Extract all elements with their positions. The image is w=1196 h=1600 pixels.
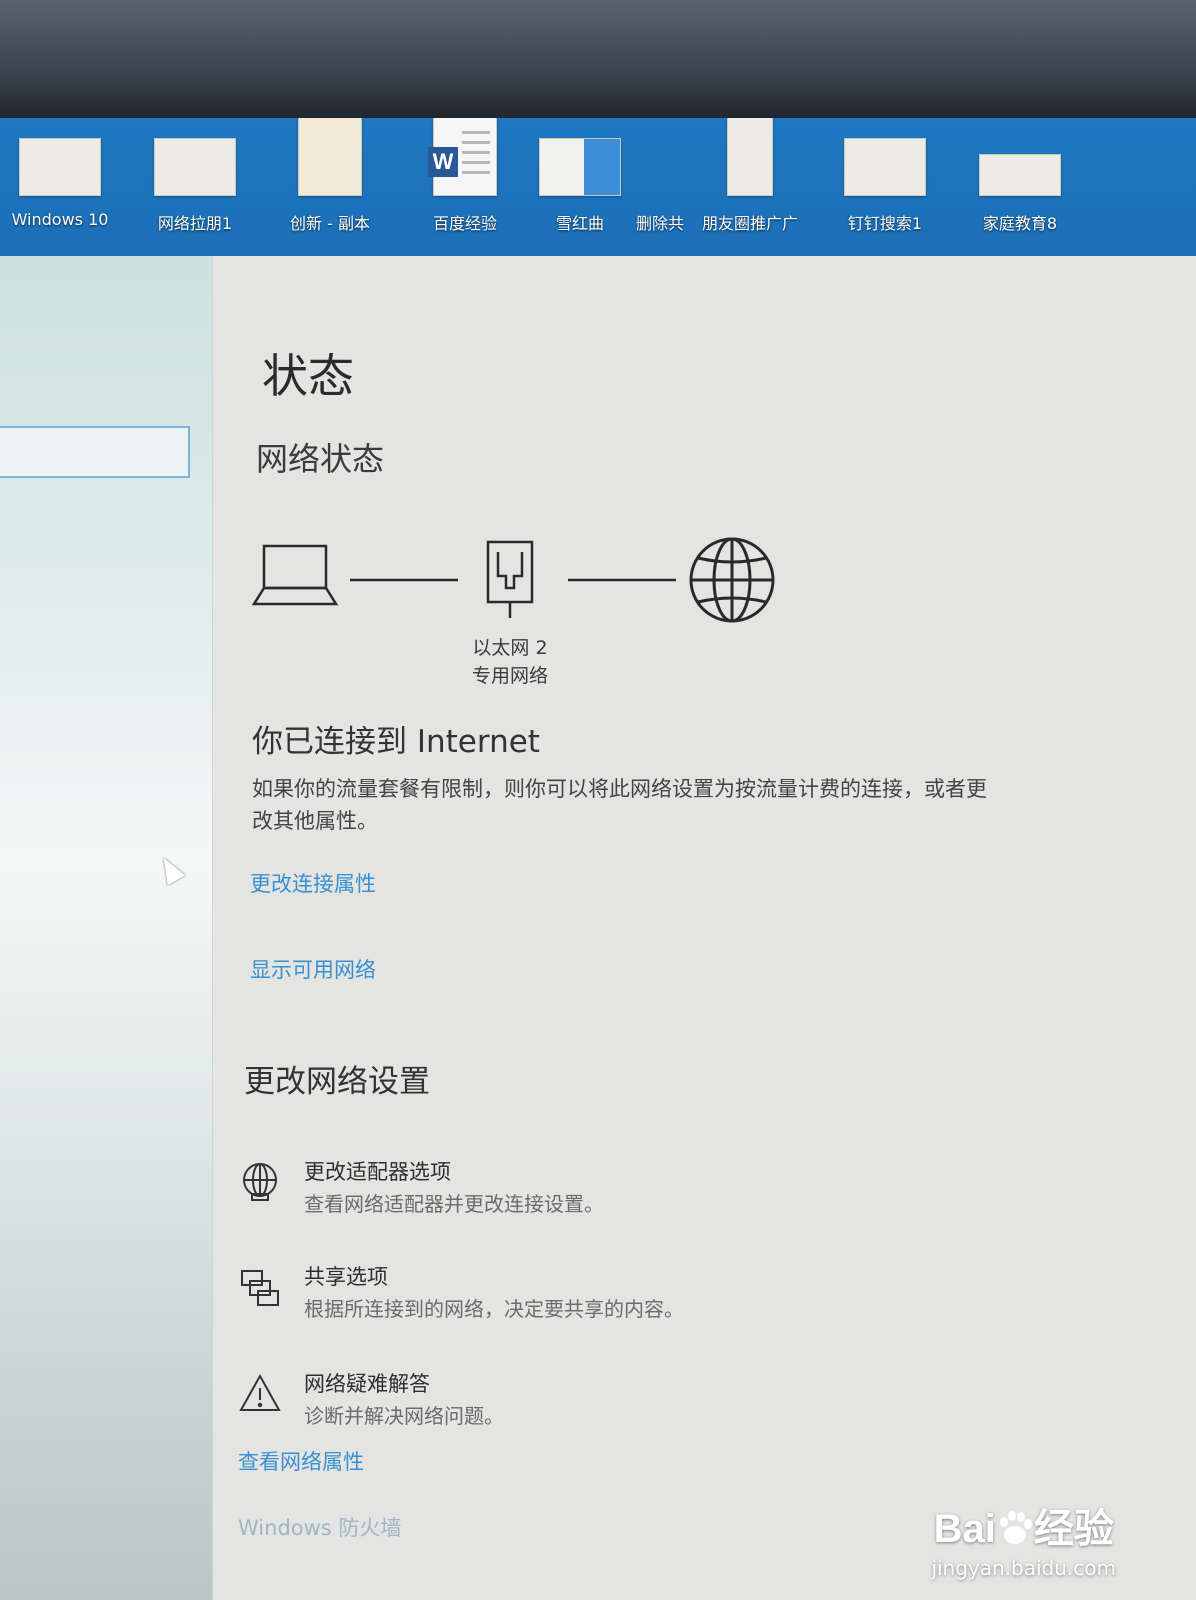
desktop-icon[interactable]: 网络拉朋1 [135, 138, 255, 234]
baidu-paw-icon [999, 1511, 1032, 1544]
screen: Windows 10 网络拉朋1 创新 - 副本 W 百度经验 雪红曲 删除共 … [0, 118, 1196, 1600]
file-thumbnail [19, 138, 101, 196]
desktop-icon-label: 网络拉朋1 [157, 214, 233, 233]
desktop-icon-label: 百度经验 [432, 214, 497, 233]
adapter-label: 以太网 2 专用网络 [450, 634, 570, 690]
option-title: 共享选项 [304, 1265, 388, 1289]
desktop-icon-label: Windows 10 [11, 210, 109, 229]
change-connection-properties-link[interactable]: 更改连接属性 [250, 868, 376, 898]
option-description: 查看网络适配器并更改连接设置。 [304, 1192, 604, 1216]
sharing-options-item[interactable]: 共享选项 根据所连接到的网络，决定要共享的内容。 [238, 1261, 938, 1331]
option-title: 网络疑难解答 [304, 1372, 430, 1396]
mouse-cursor-icon [154, 852, 186, 886]
connection-description: 如果你的流量套餐有限制，则你可以将此网络设置为按流量计费的连接，或者更改其他属性… [252, 777, 987, 833]
file-thumbnail [844, 138, 926, 196]
section-subtitle: 网络状态 [256, 440, 385, 478]
adapter-globe-icon [243, 1163, 277, 1201]
windows-firewall-link[interactable]: Windows 防火墙 [238, 1512, 401, 1542]
watermark-brand-suffix: 经验 [1033, 1507, 1114, 1551]
file-thumbnail [154, 138, 236, 196]
adapter-options-item[interactable]: 更改适配器选项 查看网络适配器并更改连接设置。 [238, 1156, 938, 1226]
desktop-icon-label: 钉钉搜索1 [847, 214, 923, 233]
network-type: 专用网络 [471, 665, 548, 687]
option-description: 根据所连接到的网络，决定要共享的内容。 [304, 1297, 684, 1321]
ethernet-adapter-icon [486, 540, 534, 618]
laptop-icon [251, 544, 339, 606]
page-title: 状态 [262, 349, 354, 403]
desktop-icon-label: 创新 - 副本 [290, 214, 370, 233]
image-thumbnail [298, 118, 362, 196]
warning-icon [239, 1373, 281, 1411]
file-thumbnail [979, 154, 1061, 196]
show-available-networks-link[interactable]: 显示可用网络 [250, 954, 376, 984]
search-input[interactable] [0, 426, 190, 478]
desktop-icon[interactable]: 朋友圈推广广 [690, 118, 810, 234]
desktop-icon[interactable]: Windows 10 [0, 138, 120, 229]
watermark-brand-prefix: Bai [933, 1507, 996, 1551]
desktop-icon-label: 朋友圈推广广 [701, 214, 798, 233]
desktop-icon[interactable]: 家庭教育8 [960, 138, 1080, 234]
desktop-icon[interactable]: W 百度经验 [405, 118, 525, 234]
watermark-url: jingyan.baidu.com [931, 1556, 1116, 1580]
desktop-icon[interactable]: 钉钉搜索1 [825, 138, 945, 234]
option-description: 诊断并解决网络问题。 [304, 1404, 504, 1428]
file-thumbnail [727, 118, 773, 196]
main-content: 状态 网络状态 以太网 2 专用网络 你已连接到 Internet 如果你的流量… [238, 256, 1170, 1600]
view-network-properties-link[interactable]: 查看网络属性 [238, 1446, 364, 1476]
baidu-jingyan-watermark: Bai 经验 jingyan.baidu.com [931, 1496, 1116, 1580]
word-document-icon: W [428, 118, 497, 196]
adapter-name: 以太网 2 [472, 637, 548, 659]
sidebar [0, 256, 213, 1600]
change-settings-heading: 更改网络设置 [244, 1064, 430, 1100]
troubleshooter-item[interactable]: 网络疑难解答 诊断并解决网络问题。 [238, 1368, 938, 1438]
monitor-bezel [0, 0, 1196, 125]
option-title: 更改适配器选项 [304, 1160, 451, 1184]
settings-window: 状态 网络状态 以太网 2 专用网络 你已连接到 Internet 如果你的流量… [0, 256, 1196, 1600]
sharing-icon [241, 1270, 279, 1306]
globe-icon [689, 537, 775, 623]
connection-status-heading: 你已连接到 Internet [252, 724, 540, 760]
desktop-icon-label: 家庭教育8 [982, 214, 1058, 233]
desktop-icon[interactable]: 创新 - 副本 [270, 118, 390, 234]
